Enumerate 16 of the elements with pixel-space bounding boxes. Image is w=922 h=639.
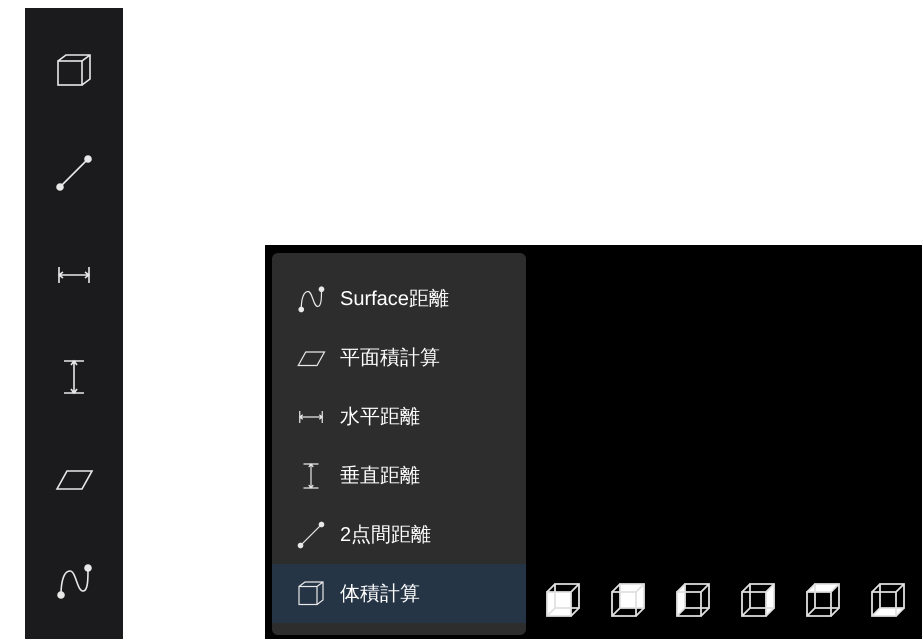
menu-item[interactable]: 2点間距離 (272, 505, 526, 564)
view-cube-icon[interactable] (870, 582, 906, 618)
view-cube-icon[interactable] (740, 582, 776, 618)
view-cube-icon[interactable] (545, 582, 581, 618)
menu-item[interactable]: 平面積計算 (272, 328, 526, 387)
curve-icon (54, 561, 94, 601)
view-cube-icon[interactable] (675, 582, 711, 618)
line-icon (54, 153, 94, 193)
menu-item[interactable]: 体積計算 (272, 564, 526, 623)
view-cube-icon[interactable] (805, 582, 841, 618)
view-cube-icon[interactable] (610, 582, 646, 618)
line-icon (296, 520, 326, 550)
menu-item[interactable]: Surface距離 (272, 269, 526, 328)
menu-item[interactable]: 水平距離 (272, 387, 526, 446)
menu-item[interactable]: 垂直距離 (272, 446, 526, 505)
curve-icon (296, 284, 326, 314)
